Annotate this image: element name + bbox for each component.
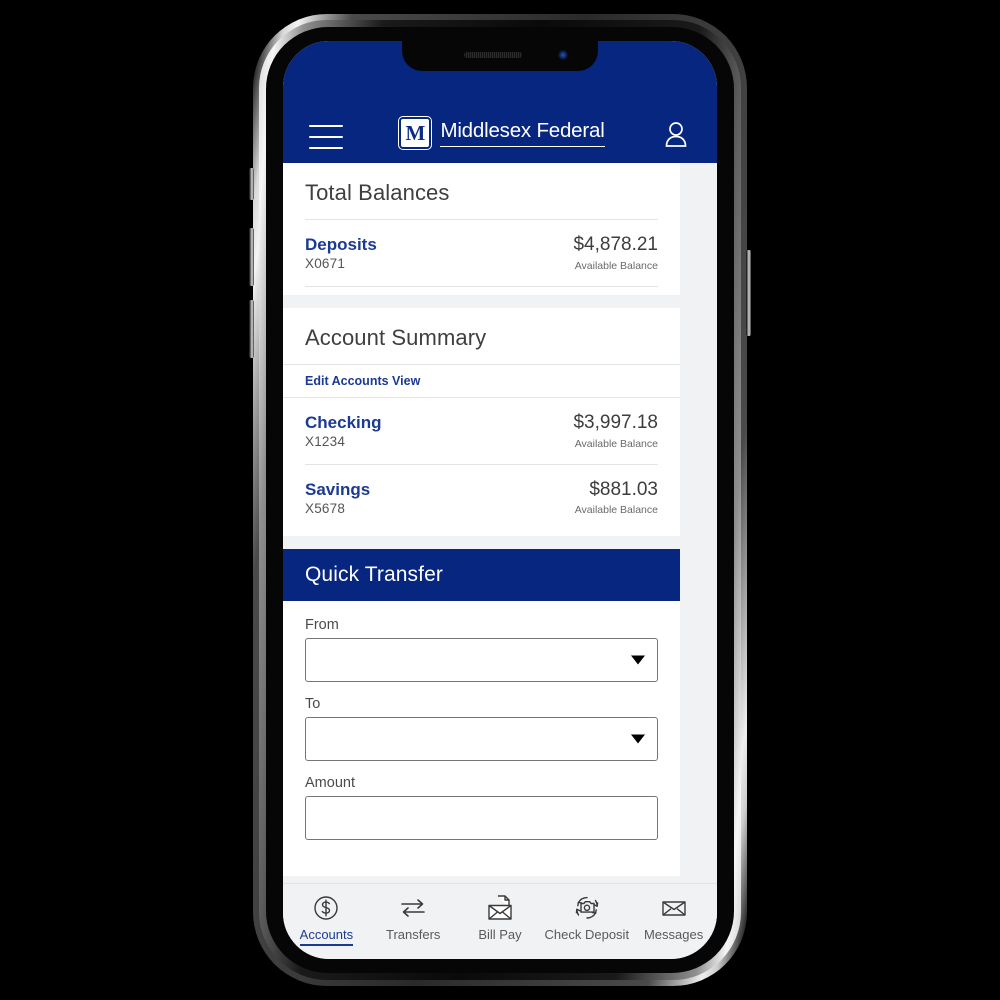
envelope-icon bbox=[658, 893, 690, 923]
from-account-select[interactable] bbox=[305, 638, 658, 683]
user-profile-icon[interactable] bbox=[661, 119, 691, 149]
account-balance-label: Available Balance bbox=[574, 437, 658, 450]
tab-messages[interactable]: Messages bbox=[630, 893, 717, 942]
tab-bill-pay[interactable]: Bill Pay bbox=[457, 893, 544, 942]
amount-field-label: Amount bbox=[305, 775, 355, 792]
total-balances-title: Total Balances bbox=[305, 180, 450, 205]
front-camera-icon bbox=[558, 50, 568, 60]
from-field-label: From bbox=[305, 617, 339, 634]
table-row[interactable]: Savings X5678 $881.03 Available Balance bbox=[283, 465, 680, 531]
quick-transfer-form: From To Amount bbox=[283, 601, 680, 876]
tab-transfers[interactable]: Transfers bbox=[370, 893, 457, 942]
earpiece-speaker bbox=[464, 52, 523, 58]
account-name-link[interactable]: Deposits bbox=[305, 234, 377, 255]
account-balance: $4,878.21 bbox=[573, 234, 658, 255]
tab-label: Transfers bbox=[385, 927, 441, 942]
total-balances-card: Total Balances Deposits X0671 $4,878.21 … bbox=[283, 163, 680, 295]
account-identity: Savings X5678 bbox=[305, 479, 370, 516]
app-scroll-body[interactable]: Total Balances Deposits X0671 $4,878.21 … bbox=[283, 163, 717, 883]
account-number: X0671 bbox=[305, 256, 346, 272]
envelope-document-icon bbox=[484, 893, 516, 923]
phone-power-button[interactable] bbox=[746, 250, 751, 336]
account-balance-group: $4,878.21 Available Balance bbox=[573, 234, 658, 272]
tab-label: Check Deposit bbox=[544, 927, 630, 942]
edit-accounts-view-row[interactable]: Edit Accounts View bbox=[283, 363, 680, 398]
account-name-link[interactable]: Savings bbox=[305, 479, 370, 500]
account-summary-title: Account Summary bbox=[305, 324, 487, 350]
tab-label: Messages bbox=[643, 927, 704, 942]
account-balance-label: Available Balance bbox=[574, 504, 658, 517]
account-balance-group: $881.03 Available Balance bbox=[575, 479, 658, 517]
bottom-tab-bar: Accounts Transfers Bill Pay Check Deposi… bbox=[283, 883, 717, 959]
account-balance: $881.03 bbox=[589, 478, 658, 500]
account-name-link[interactable]: Checking bbox=[305, 412, 382, 433]
edit-accounts-view-link[interactable]: Edit Accounts View bbox=[305, 374, 420, 388]
quick-transfer-title: Quick Transfer bbox=[283, 549, 680, 602]
tab-check-deposit[interactable]: Check Deposit bbox=[543, 893, 630, 942]
tab-label: Accounts bbox=[299, 927, 354, 946]
tab-accounts[interactable]: Accounts bbox=[283, 893, 370, 946]
account-balance-group: $3,997.18 Available Balance bbox=[573, 412, 658, 450]
account-summary-card: Account Summary Edit Accounts View Check… bbox=[283, 307, 680, 537]
quick-transfer-card: Quick Transfer From To Amount bbox=[283, 549, 680, 877]
tab-label: Bill Pay bbox=[478, 927, 522, 942]
account-number: X5678 bbox=[305, 500, 346, 516]
table-row[interactable]: Deposits X0671 $4,878.21 Available Balan… bbox=[283, 220, 680, 286]
chevron-down-icon bbox=[631, 734, 645, 744]
brand-name: Middlesex Federal bbox=[440, 119, 605, 147]
phone-volume-down-button[interactable] bbox=[249, 300, 254, 358]
phone-notch bbox=[402, 41, 598, 71]
account-number: X1234 bbox=[305, 434, 346, 450]
to-account-select[interactable] bbox=[305, 717, 658, 762]
brand-logo-icon: M bbox=[399, 117, 432, 149]
hamburger-menu-icon[interactable] bbox=[309, 125, 343, 149]
transfer-arrows-icon bbox=[397, 893, 429, 923]
account-balance-label: Available Balance bbox=[574, 259, 658, 272]
account-balance: $3,997.18 bbox=[573, 411, 658, 433]
phone-screen: M Middlesex Federal Total Balances Depos… bbox=[283, 41, 717, 959]
account-identity: Checking X1234 bbox=[305, 412, 382, 449]
screenshot-stage: M Middlesex Federal Total Balances Depos… bbox=[0, 0, 1000, 1000]
dollar-circle-icon bbox=[311, 893, 341, 923]
camera-refresh-icon bbox=[571, 893, 603, 923]
to-field-label: To bbox=[305, 696, 321, 713]
phone-volume-up-button[interactable] bbox=[249, 228, 254, 286]
table-row[interactable]: Checking X1234 $3,997.18 Available Balan… bbox=[283, 398, 680, 464]
brand: M Middlesex Federal bbox=[347, 117, 657, 149]
chevron-down-icon bbox=[631, 655, 645, 665]
account-identity: Deposits X0671 bbox=[305, 234, 377, 271]
phone-silent-switch[interactable] bbox=[249, 168, 254, 200]
amount-input[interactable] bbox=[305, 796, 658, 841]
